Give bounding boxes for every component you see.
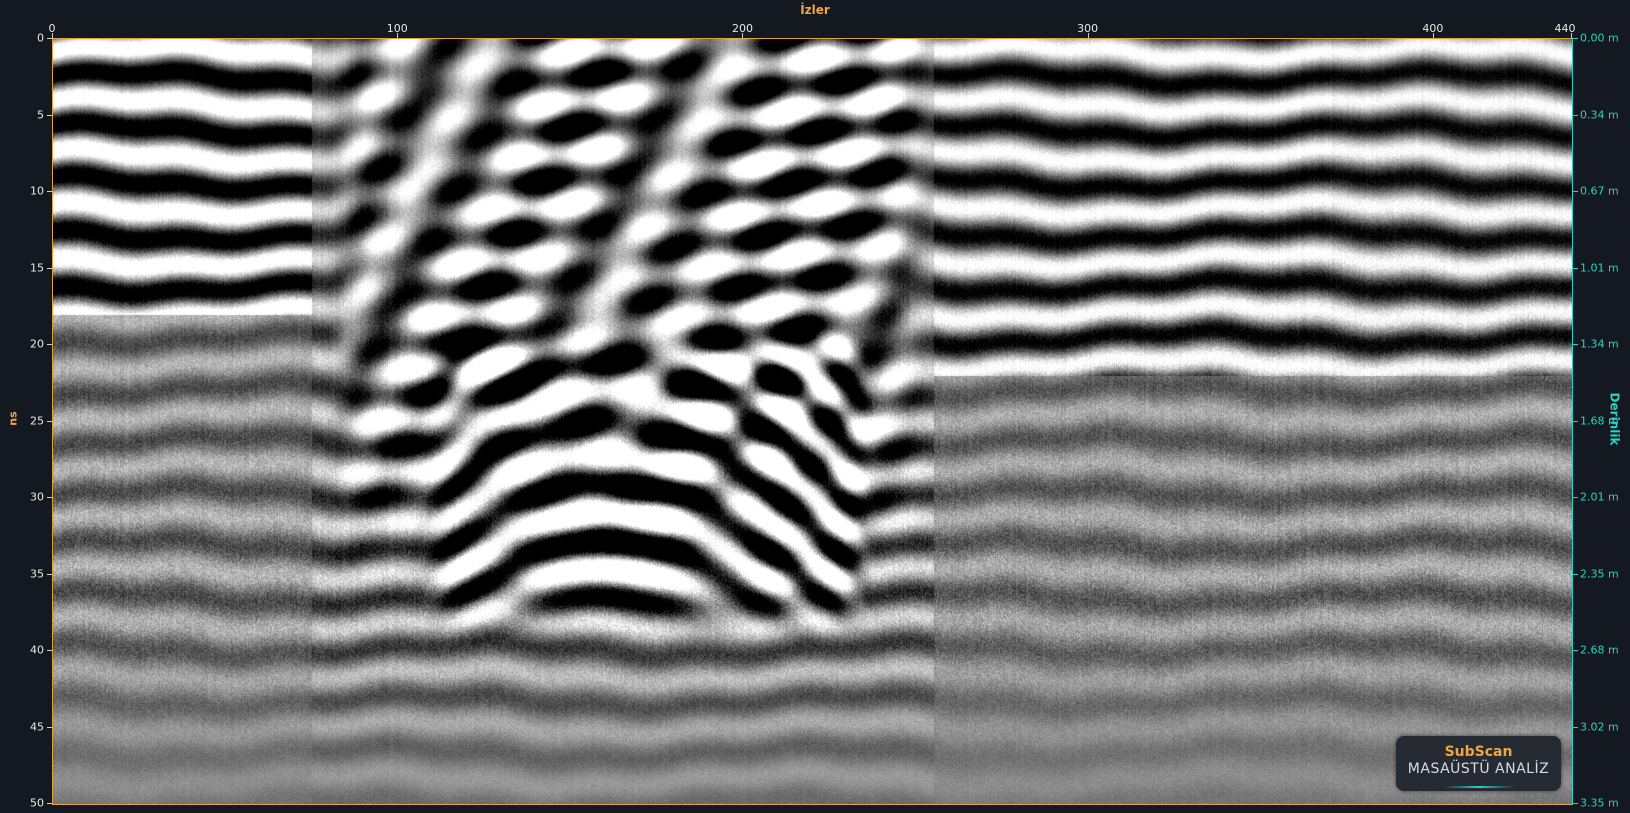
y-tick-label: 20 [30,337,44,351]
depth-tick-label: 3.02 m [1580,720,1619,733]
depth-tick-label: 2.35 m [1580,567,1619,580]
subscan-logo: SubScan MASAÜSTÜ ANALİZ [1396,736,1561,791]
depth-tick-mark [1573,191,1578,192]
depth-tick-label: 0.00 m [1580,31,1619,45]
radargram-viewer: İzler ns Derinlik 0 100 200 300 400 440 0 5 10 1… [0,0,1630,813]
depth-tick-mark [1573,38,1578,39]
y-tick-label: 0 [37,31,44,45]
y-tick-label: 35 [30,567,44,580]
x-axis-title: İzler [800,3,830,17]
logo-underline [1444,786,1514,788]
depth-tick-mark [1573,650,1578,651]
radargram-image[interactable] [53,39,1572,804]
depth-tick-mark [1573,726,1578,728]
depth-tick-label: 3.35 m [1580,796,1619,810]
depth-tick-label: 2.01 m [1580,490,1619,504]
depth-tick-mark [1573,497,1578,498]
depth-tick-mark [1573,420,1578,422]
depth-tick-label: 0.34 m [1580,108,1619,121]
y-tick-label: 40 [30,643,44,657]
depth-tick-label: 2.68 m [1580,643,1619,657]
depth-tick-label: 0.67 m [1580,184,1619,198]
y-tick-label: 25 [30,414,44,427]
depth-tick-label: 1.01 m [1580,261,1619,274]
y-tick-label: 30 [30,490,44,504]
logo-subtitle: MASAÜSTÜ ANALİZ [1407,761,1550,777]
depth-tick-mark [1573,573,1578,575]
depth-tick-label: 1.68 m [1580,414,1619,427]
logo-title: SubScan [1444,744,1513,760]
x-tick-label: 440 [1554,22,1576,35]
y-tick-label: 50 [30,796,44,810]
depth-tick-mark [1573,267,1578,269]
y-tick-label: 10 [30,184,44,198]
y-tick-label: 5 [37,108,44,121]
y-tick-label: 45 [30,720,44,733]
depth-tick-mark [1573,344,1578,345]
depth-tick-mark [1573,803,1578,804]
y-tick-label: 15 [30,261,44,274]
radargram-plot-area[interactable] [52,38,1573,805]
depth-tick-mark [1573,114,1578,116]
depth-tick-label: 1.34 m [1580,337,1619,351]
